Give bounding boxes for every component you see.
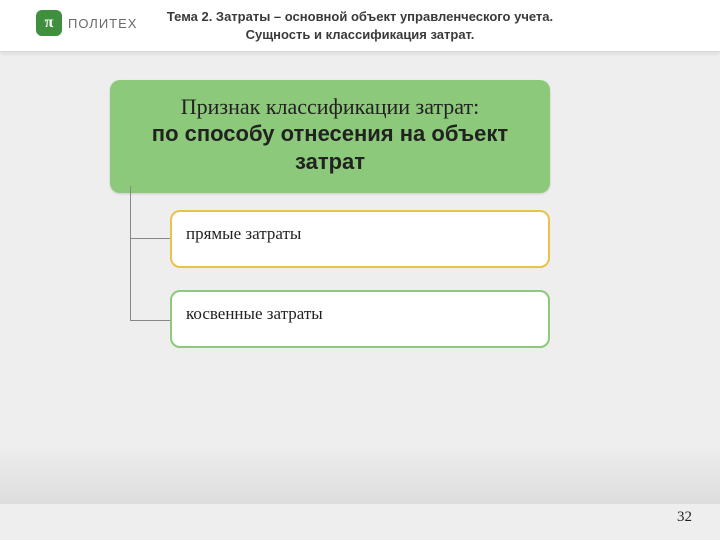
header-strip: π ПОЛИТЕХ Тема 2. Затраты – основной объ… [0,0,720,52]
footer-gradient [0,444,720,504]
classification-subheading: по способу отнесения на объект затрат [128,120,532,175]
slide-title: Тема 2. Затраты – основной объект управл… [0,8,720,43]
child-box-indirect-costs: косвенные затраты [170,290,550,348]
slide-title-line1: Тема 2. Затраты – основной объект управл… [167,9,553,24]
child-label: косвенные затраты [186,304,323,323]
child-label: прямые затраты [186,224,301,243]
connector-branch-2 [130,320,170,321]
classification-heading: Признак классификации затрат: [128,94,532,120]
connector-branch-1 [130,238,170,239]
slide-title-line2: Сущность и классификация затрат. [246,27,475,42]
page-number: 32 [677,509,692,526]
child-box-direct-costs: прямые затраты [170,210,550,268]
connector-trunk [130,186,131,321]
classification-root-box: Признак классификации затрат: по способу… [110,80,550,193]
